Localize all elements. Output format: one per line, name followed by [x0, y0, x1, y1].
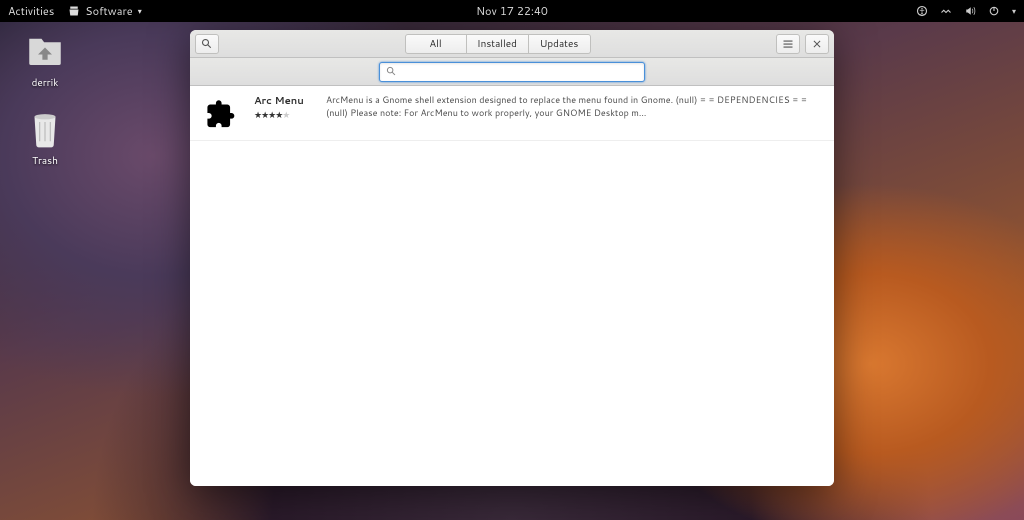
- chevron-down-icon: ▾: [138, 5, 142, 17]
- result-item[interactable]: Arc Menu ★★★★★ ArcMenu is a Gnome shell …: [190, 86, 834, 141]
- search-icon: [386, 66, 397, 77]
- search-bar: [190, 58, 834, 86]
- gnome-topbar: Activities Software ▾ Nov 17 22:40 ▾: [0, 0, 1024, 22]
- trash-label: Trash: [32, 154, 58, 168]
- trash-icon[interactable]: Trash: [15, 108, 75, 168]
- search-button[interactable]: [195, 34, 219, 54]
- view-switcher: All Installed Updates: [405, 34, 591, 54]
- clock[interactable]: Nov 17 22:40: [476, 3, 548, 19]
- tab-installed[interactable]: Installed: [467, 34, 529, 54]
- hamburger-icon: [782, 38, 794, 50]
- app-menu[interactable]: Software ▾: [68, 3, 141, 19]
- software-icon: [68, 5, 80, 17]
- network-icon: [940, 5, 952, 17]
- search-input[interactable]: [402, 64, 638, 80]
- close-icon: [812, 39, 822, 49]
- close-button[interactable]: [805, 34, 829, 54]
- result-description: ArcMenu is a Gnome shell extension desig…: [326, 94, 820, 132]
- search-field-wrap[interactable]: [379, 62, 645, 82]
- result-name: Arc Menu: [254, 94, 314, 108]
- activities-button[interactable]: Activities: [8, 3, 54, 19]
- app-menu-label: Software: [85, 3, 132, 19]
- system-status-area[interactable]: ▾: [916, 5, 1016, 17]
- software-window: All Installed Updates Arc Menu ★★★★★ Arc…: [190, 30, 834, 486]
- result-rating: ★★★★★: [254, 108, 314, 121]
- volume-icon: [964, 5, 976, 17]
- extension-icon: [204, 94, 242, 132]
- power-icon: [988, 5, 1000, 17]
- tab-all[interactable]: All: [405, 34, 467, 54]
- headerbar: All Installed Updates: [190, 30, 834, 58]
- home-folder-label: derrik: [32, 76, 59, 90]
- search-icon: [201, 38, 213, 50]
- menu-button[interactable]: [776, 34, 800, 54]
- trash-bin-icon: [24, 108, 66, 150]
- search-results: Arc Menu ★★★★★ ArcMenu is a Gnome shell …: [190, 86, 834, 486]
- accessibility-icon: [916, 5, 928, 17]
- folder-icon: [24, 30, 66, 72]
- chevron-down-icon: ▾: [1012, 5, 1016, 17]
- home-folder-icon[interactable]: derrik: [15, 30, 75, 90]
- tab-updates[interactable]: Updates: [529, 34, 591, 54]
